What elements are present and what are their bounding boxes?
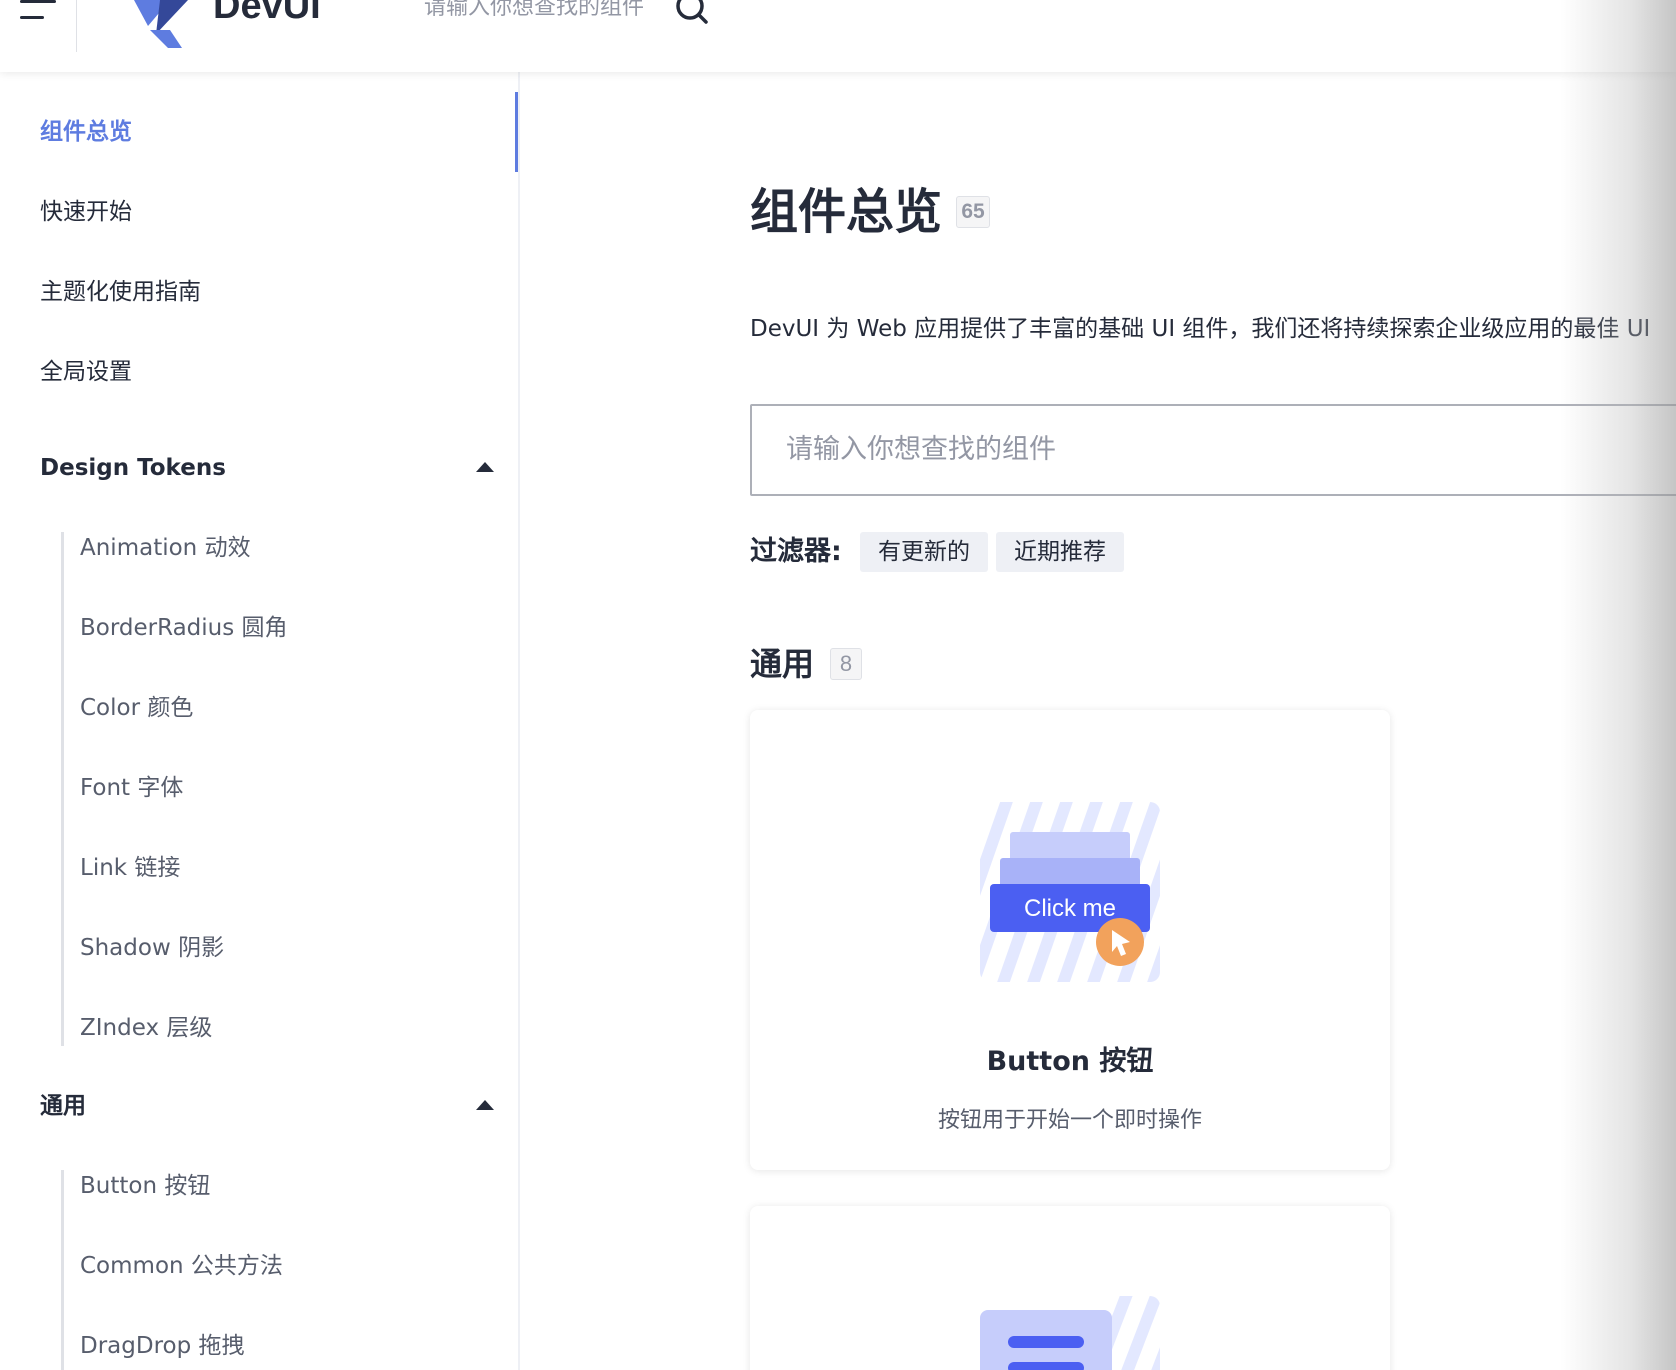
submenu-rail xyxy=(61,1170,64,1370)
sidebar-item-quick-start[interactable]: 快速开始 xyxy=(40,196,132,228)
overlay-shadow xyxy=(1560,0,1676,1370)
logo-text[interactable]: DevUI xyxy=(213,0,321,28)
sidebar-item-border-radius[interactable]: BorderRadius 圆角 xyxy=(80,612,288,644)
search-icon[interactable] xyxy=(674,0,710,32)
sidebar-item-link[interactable]: Link 链接 xyxy=(80,852,180,884)
card-title: Button 按钮 xyxy=(986,1046,1154,1077)
section-count-badge: 8 xyxy=(830,648,862,680)
sidebar-item-font[interactable]: Font 字体 xyxy=(80,772,183,804)
card-description: 按钮用于开始一个即时操作 xyxy=(937,1108,1202,1133)
sidebar-item-common[interactable]: Common 公共方法 xyxy=(80,1250,283,1282)
devui-logo-icon xyxy=(134,0,188,48)
navbar-divider xyxy=(76,0,77,52)
button-illustration-icon: Click me xyxy=(980,802,1160,982)
sidebar-item-button[interactable]: Button 按钮 xyxy=(80,1170,210,1202)
header-search-input[interactable]: 请输入你想查找的组件 xyxy=(424,0,644,22)
page-title: 组件总览 xyxy=(750,184,943,240)
component-search-input[interactable]: 请输入你想查找的组件 xyxy=(750,404,1676,496)
component-card-button[interactable]: Click me Button 按钮 按钮用于开始一个即时操作 xyxy=(750,710,1390,1170)
sidebar-item-shadow[interactable]: Shadow 阴影 xyxy=(80,932,224,964)
sidebar-item-animation[interactable]: Animation 动效 xyxy=(80,532,251,564)
filter-label: 过滤器: xyxy=(750,536,842,567)
sidebar-item-zindex[interactable]: ZIndex 层级 xyxy=(80,1012,212,1044)
component-card-next[interactable] xyxy=(750,1206,1390,1370)
page-description: DevUI 为 Web 应用提供了丰富的基础 UI 组件，我们还将持续探索企业级… xyxy=(750,316,1651,342)
filter-tag-recommended[interactable]: 近期推荐 xyxy=(996,532,1124,572)
top-navbar: DevUI 请输入你想查找的组件 xyxy=(0,0,1676,72)
sidebar-item-overview[interactable]: 组件总览 xyxy=(40,116,132,148)
sidebar-item-theme-guide[interactable]: 主题化使用指南 xyxy=(40,276,201,308)
sidebar-group-general[interactable]: 通用 xyxy=(40,1090,86,1122)
menu-icon[interactable] xyxy=(20,0,56,24)
sidebar xyxy=(0,72,520,1370)
sidebar-group-design-tokens[interactable]: Design Tokens xyxy=(40,452,226,484)
sidebar-item-color[interactable]: Color 颜色 xyxy=(80,692,193,724)
submenu-rail xyxy=(61,532,64,1046)
chevron-up-icon[interactable] xyxy=(476,462,494,472)
search-placeholder: 请输入你想查找的组件 xyxy=(786,434,1056,465)
chevron-up-icon[interactable] xyxy=(476,1100,494,1110)
sidebar-border xyxy=(518,72,520,1370)
component-count-badge: 65 xyxy=(956,196,990,228)
section-title-general: 通用 xyxy=(750,645,815,683)
sidebar-item-global-settings[interactable]: 全局设置 xyxy=(40,356,132,388)
sidebar-item-dragdrop[interactable]: DragDrop 拖拽 xyxy=(80,1330,245,1362)
active-indicator xyxy=(515,92,518,172)
filter-tag-updated[interactable]: 有更新的 xyxy=(860,532,988,572)
illustration-button-label: Click me xyxy=(1024,895,1116,922)
component-illustration-icon xyxy=(980,1296,1160,1370)
